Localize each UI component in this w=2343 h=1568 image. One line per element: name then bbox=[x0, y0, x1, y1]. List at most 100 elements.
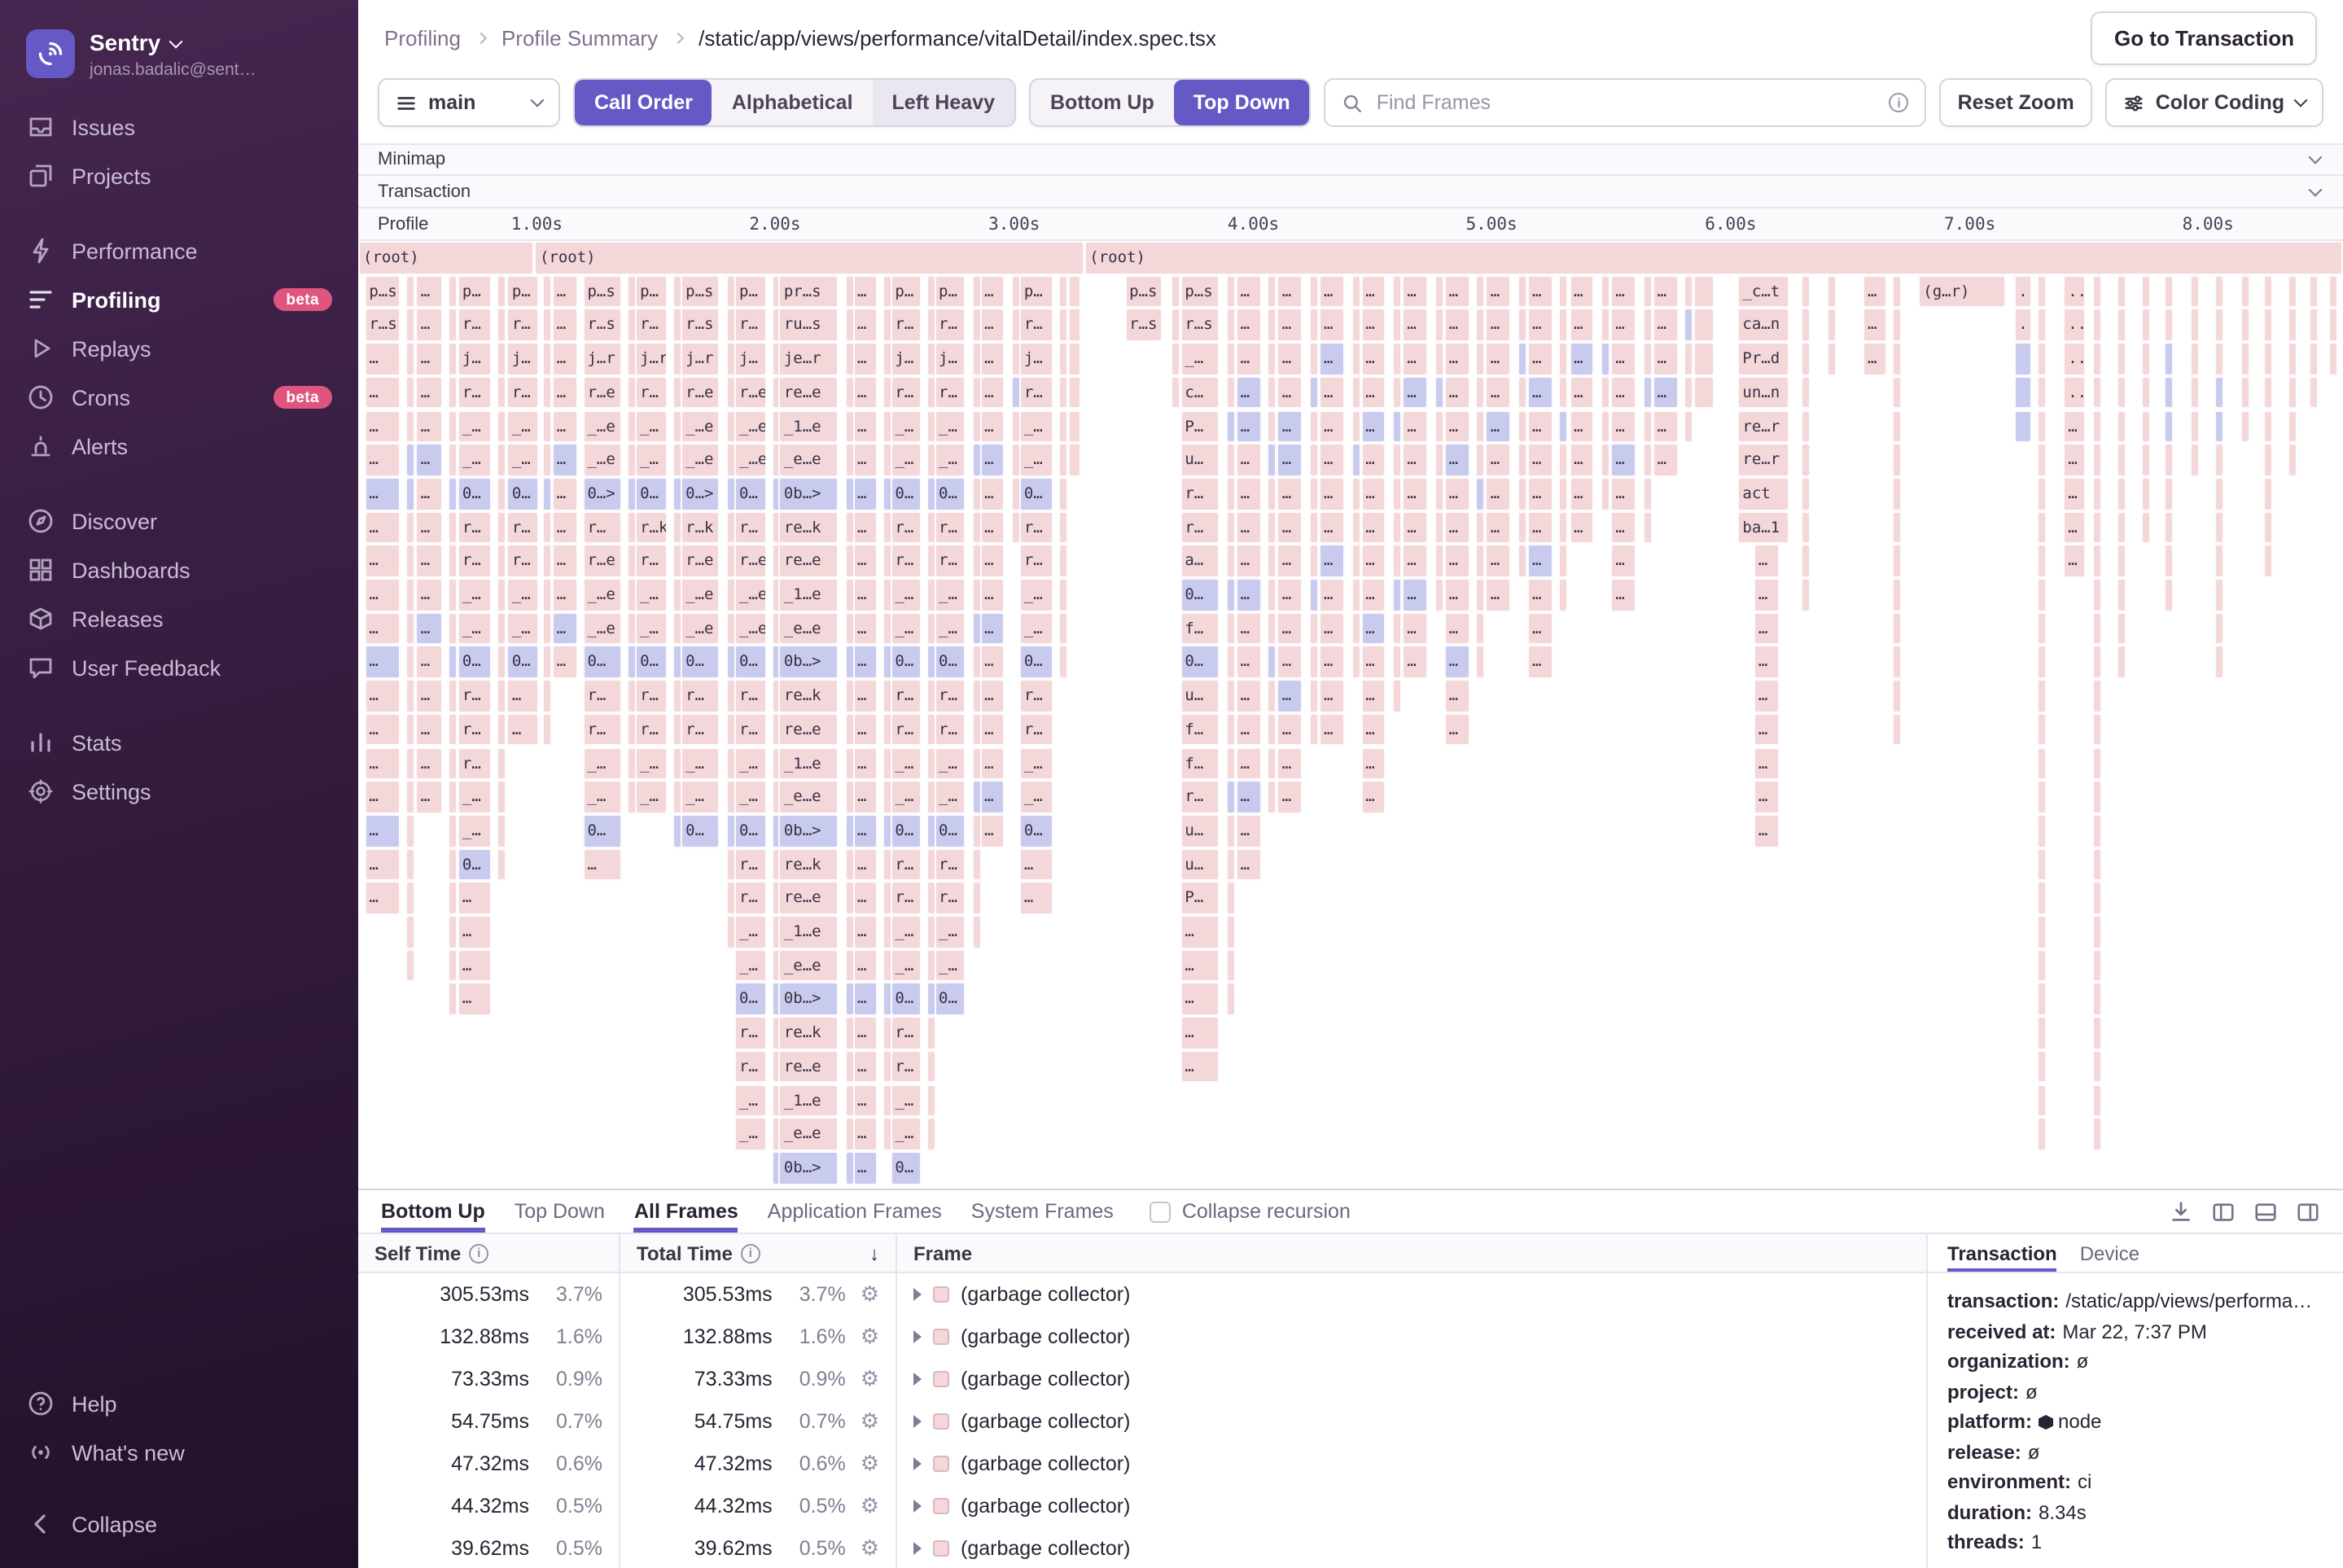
flame-frame[interactable] bbox=[1309, 477, 1319, 510]
flame-frame[interactable]: … bbox=[364, 545, 400, 578]
flame-frame[interactable]: … bbox=[1653, 410, 1679, 443]
flame-frame[interactable]: … bbox=[1319, 713, 1345, 747]
panel-left-icon[interactable] bbox=[2211, 1199, 2236, 1224]
flame-frame[interactable]: un…n bbox=[1737, 376, 1789, 410]
flame-frame[interactable] bbox=[2288, 342, 2297, 375]
flame-frame[interactable]: f… bbox=[1180, 611, 1220, 645]
flame-frame[interactable] bbox=[1225, 713, 1235, 747]
flame-frame[interactable]: 0… bbox=[1019, 477, 1053, 510]
flame-frame[interactable] bbox=[2263, 443, 2273, 476]
flame-frame[interactable] bbox=[1559, 477, 1569, 510]
flame-frame[interactable] bbox=[1351, 342, 1360, 375]
flame-frame[interactable] bbox=[497, 545, 507, 578]
flame-frame[interactable]: _…e bbox=[582, 611, 622, 645]
flame-frame[interactable] bbox=[2214, 545, 2224, 578]
flame-frame[interactable] bbox=[1434, 309, 1443, 342]
flame-frame[interactable]: … bbox=[852, 848, 878, 881]
gear-icon[interactable]: ⚙ bbox=[861, 1281, 879, 1307]
flame-frame[interactable]: _…e bbox=[681, 443, 720, 476]
flame-frame[interactable]: ru…s bbox=[779, 309, 839, 342]
flame-frame[interactable]: 0… bbox=[1180, 646, 1220, 679]
flame-frame[interactable] bbox=[1351, 410, 1360, 443]
flame-frame[interactable] bbox=[2038, 1050, 2047, 1084]
flame-frame[interactable]: … bbox=[852, 342, 878, 375]
flame-frame[interactable]: _… bbox=[934, 443, 966, 476]
flame-frame[interactable] bbox=[1684, 342, 1694, 375]
flame-frame[interactable]: … bbox=[1486, 477, 1512, 510]
flame-frame[interactable] bbox=[2240, 342, 2249, 375]
flame-frame[interactable]: 0… bbox=[1019, 646, 1053, 679]
flame-frame[interactable] bbox=[1517, 443, 1527, 476]
flame-frame[interactable]: 0…> bbox=[582, 477, 622, 510]
flame-frame[interactable] bbox=[405, 915, 414, 948]
flame-frame[interactable] bbox=[2093, 848, 2103, 881]
flame-frame[interactable]: r… bbox=[458, 679, 491, 712]
flame-frame[interactable]: r… bbox=[1019, 376, 1053, 410]
flame-frame[interactable] bbox=[1059, 443, 1069, 476]
flame-frame[interactable]: r… bbox=[507, 545, 539, 578]
flame-frame[interactable]: r… bbox=[458, 713, 491, 747]
flame-frame[interactable]: … bbox=[1277, 679, 1303, 712]
gear-icon[interactable]: ⚙ bbox=[861, 1493, 879, 1519]
flame-frame[interactable]: … bbox=[1236, 780, 1262, 813]
flame-frame[interactable] bbox=[543, 679, 553, 712]
sidebar-item-releases[interactable]: Releases bbox=[0, 594, 358, 643]
flame-frame[interactable] bbox=[543, 477, 553, 510]
flame-frame[interactable]: act bbox=[1737, 477, 1789, 510]
flame-frame[interactable]: … bbox=[1754, 713, 1780, 747]
flame-frame[interactable]: … bbox=[1527, 578, 1553, 611]
flame-frame[interactable] bbox=[1225, 646, 1235, 679]
flame-frame[interactable] bbox=[543, 309, 553, 342]
flame-frame[interactable]: … bbox=[1402, 646, 1428, 679]
flame-frame[interactable] bbox=[1434, 410, 1443, 443]
flame-frame[interactable]: _… bbox=[890, 780, 922, 813]
flame-frame[interactable]: … bbox=[1527, 443, 1553, 476]
flame-frame[interactable]: P… bbox=[1180, 410, 1220, 443]
flame-frame[interactable] bbox=[926, 1016, 935, 1049]
flame-frame[interactable]: … bbox=[1180, 983, 1220, 1016]
flame-frame[interactable]: _…e bbox=[681, 578, 720, 611]
flame-frame[interactable] bbox=[2240, 410, 2249, 443]
flame-frame[interactable]: … bbox=[1277, 309, 1303, 342]
flame-frame[interactable]: (root) bbox=[358, 241, 535, 274]
flame-frame[interactable] bbox=[1309, 309, 1319, 342]
flame-frame[interactable]: … bbox=[1610, 274, 1636, 308]
flame-frame[interactable] bbox=[1268, 646, 1277, 679]
flame-frame[interactable] bbox=[2165, 376, 2174, 410]
flame-frame[interactable]: … bbox=[1277, 376, 1303, 410]
table-row[interactable]: 47.32ms0.6%47.32ms0.6%⚙(garbage collecto… bbox=[358, 1443, 1928, 1485]
flame-frame[interactable] bbox=[1601, 443, 1610, 476]
flame-frame[interactable] bbox=[1069, 309, 1081, 342]
flame-frame[interactable] bbox=[1893, 510, 1903, 544]
flame-frame[interactable] bbox=[405, 948, 414, 982]
flame-frame[interactable] bbox=[1694, 309, 1714, 342]
flame-frame[interactable]: … bbox=[1754, 747, 1780, 780]
sort-alphabetical[interactable]: Alphabetical bbox=[712, 80, 873, 125]
flame-frame[interactable]: r… bbox=[1019, 510, 1053, 544]
flame-frame[interactable]: _… bbox=[934, 915, 966, 948]
table-row[interactable]: 132.88ms1.6%132.88ms1.6%⚙(garbage collec… bbox=[358, 1316, 1928, 1358]
flame-frame[interactable]: … bbox=[1277, 713, 1303, 747]
flame-frame[interactable]: .. bbox=[2063, 376, 2085, 410]
flame-frame[interactable] bbox=[2038, 611, 2047, 645]
flame-frame[interactable]: … bbox=[552, 545, 578, 578]
direction-top-down[interactable]: Top Down bbox=[1174, 80, 1310, 125]
flame-frame[interactable]: j… bbox=[458, 342, 491, 375]
flame-frame[interactable]: … bbox=[1360, 545, 1386, 578]
flame-frame[interactable] bbox=[2310, 376, 2319, 410]
flame-frame[interactable] bbox=[1559, 342, 1569, 375]
flame-frame[interactable] bbox=[497, 309, 507, 342]
sidebar-item-discover[interactable]: Discover bbox=[0, 497, 358, 545]
flame-frame[interactable] bbox=[2165, 477, 2174, 510]
flame-frame[interactable] bbox=[1059, 477, 1069, 510]
flame-frame[interactable] bbox=[1893, 410, 1903, 443]
flame-frame[interactable] bbox=[2117, 578, 2126, 611]
flame-frame[interactable]: … bbox=[552, 274, 578, 308]
flame-frame[interactable]: … bbox=[416, 477, 444, 510]
flame-frame[interactable]: j…r bbox=[681, 342, 720, 375]
flame-frame[interactable] bbox=[1517, 410, 1527, 443]
flame-frame[interactable] bbox=[2214, 578, 2224, 611]
flame-frame[interactable] bbox=[2140, 477, 2150, 510]
flame-frame[interactable]: … bbox=[1319, 410, 1345, 443]
flame-frame[interactable]: … bbox=[852, 948, 878, 982]
